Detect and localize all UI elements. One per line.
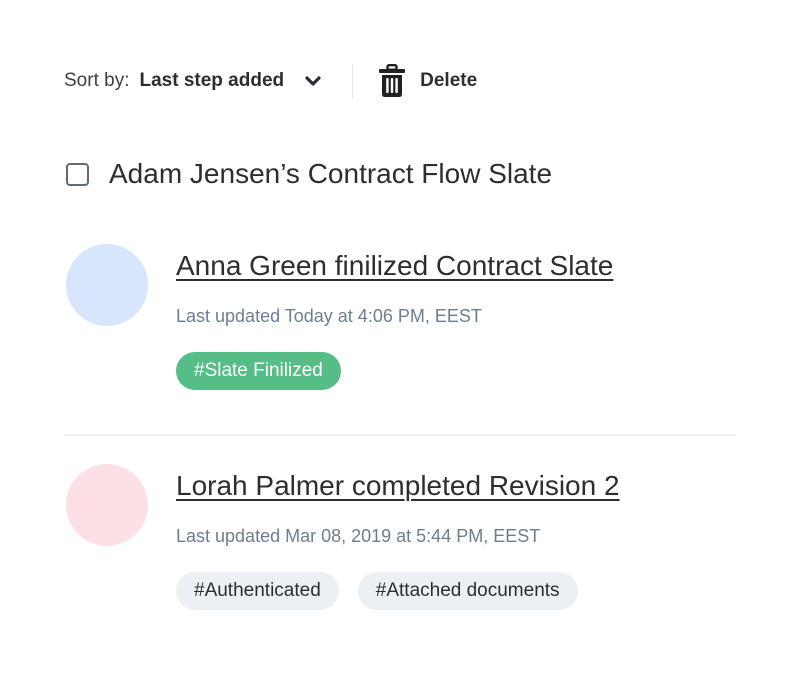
sort-dropdown-value[interactable]: Last step added (139, 70, 284, 92)
activity-item-body: Lorah Palmer completed Revision 2 Last u… (176, 460, 736, 610)
last-updated-text: Last updated Today at 4:06 PM, EEST (176, 306, 482, 326)
trash-icon (377, 64, 407, 98)
activity-item: Lorah Palmer completed Revision 2 Last u… (64, 460, 736, 640)
tag-authenticated[interactable]: #Authenticated (176, 572, 339, 610)
delete-label: Delete (420, 70, 478, 91)
avatar (66, 244, 148, 326)
tag-list: #Slate Finilized (176, 352, 736, 390)
sort-label: Sort by: (64, 70, 130, 91)
activity-item-title-link[interactable]: Lorah Palmer completed Revision 2 (176, 460, 620, 512)
activity-item-title-link[interactable]: Anna Green finilized Contract Slate (176, 240, 613, 292)
tag-attached-documents[interactable]: #Attached documents (357, 572, 578, 610)
toolbar-divider (352, 64, 354, 98)
toolbar: Sort by: Last step added Delete (64, 62, 477, 100)
last-updated-text: Last updated Mar 08, 2019 at 5:44 PM, EE… (176, 526, 541, 546)
activity-item-body: Anna Green finilized Contract Slate Last… (176, 240, 736, 390)
delete-button[interactable]: Delete (377, 64, 477, 98)
slate-select-checkbox[interactable] (66, 162, 89, 186)
activity-item: Anna Green finilized Contract Slate Last… (64, 240, 736, 436)
tag-list: #Authenticated #Attached documents (176, 572, 736, 610)
activity-page: Sort by: Last step added Delete Adam Jen… (0, 0, 800, 680)
avatar (66, 464, 148, 546)
tag-slate-finilized[interactable]: #Slate Finilized (176, 352, 341, 390)
slate-title: Adam Jensen’s Contract Flow Slate (109, 158, 553, 189)
slate-header: Adam Jensen’s Contract Flow Slate (66, 154, 552, 194)
chevron-down-icon[interactable] (304, 72, 322, 90)
